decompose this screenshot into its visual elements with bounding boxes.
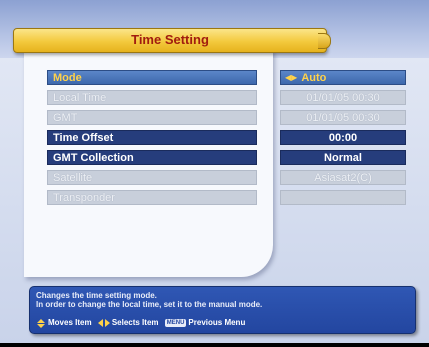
info-line-2: In order to change the local time, set i…	[36, 300, 263, 309]
menu-key-icon: MENU	[164, 319, 187, 327]
key-help: Moves Item Selects Item MENU Previous Men…	[36, 318, 245, 328]
mode-value[interactable]: ◀▶ Auto	[280, 70, 406, 85]
mode-label[interactable]: Mode	[47, 70, 257, 85]
satellite-label: Satellite	[47, 170, 257, 185]
gmt-collection-value[interactable]: Normal	[280, 150, 406, 165]
time-offset-label[interactable]: Time Offset	[47, 130, 257, 145]
title-bar: Time Setting	[13, 28, 331, 53]
gmt-collection-label[interactable]: GMT Collection	[47, 150, 257, 165]
mode-value-text: Auto	[301, 72, 327, 84]
info-box: Changes the time setting mode. In order …	[29, 286, 416, 334]
gmt-label: GMT	[47, 110, 257, 125]
page-title: Time Setting	[131, 32, 209, 47]
transponder-label: Transponder	[47, 190, 257, 205]
local-time-label: Local Time	[47, 90, 257, 105]
transponder-value	[280, 190, 406, 205]
up-down-key-icon	[37, 318, 45, 328]
screen: Time Setting Mode ◀▶ Auto Local Time 01/0…	[0, 0, 429, 343]
title-bar-tab	[318, 33, 331, 49]
local-time-value: 01/01/05 00:30	[280, 90, 406, 105]
left-right-key-icon	[97, 319, 110, 327]
help-previous: Previous Menu	[188, 318, 246, 327]
help-select: Selects Item	[111, 318, 159, 327]
help-move: Moves Item	[48, 318, 92, 327]
time-offset-value[interactable]: 00:00	[280, 130, 406, 145]
gmt-value: 01/01/05 00:30	[280, 110, 406, 125]
left-right-arrows-icon: ◀▶	[285, 73, 298, 82]
info-line-1: Changes the time setting mode.	[36, 291, 157, 300]
satellite-value: Asiasat2(C)	[280, 170, 406, 185]
